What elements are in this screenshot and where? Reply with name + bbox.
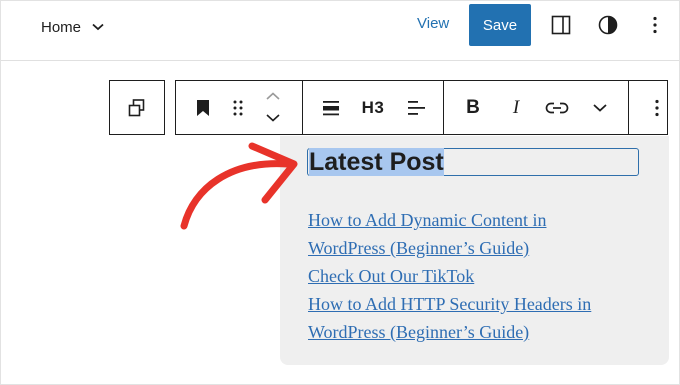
link-icon[interactable] <box>544 94 570 122</box>
move-down-icon[interactable] <box>260 110 286 126</box>
save-button[interactable]: Save <box>469 4 531 46</box>
sidebar-toggle-icon[interactable] <box>549 13 573 37</box>
toolbar-divider <box>443 80 444 135</box>
heading-block[interactable]: Latest Post <box>309 148 444 176</box>
align-left-icon[interactable] <box>403 94 429 122</box>
toolbar-divider <box>628 80 629 135</box>
home-dropdown[interactable]: Home <box>41 15 105 39</box>
post-link[interactable]: How to Add HTTP Security Headers in <box>308 290 658 318</box>
chevron-down-icon[interactable] <box>587 94 613 122</box>
annotation-arrow-icon <box>180 142 298 230</box>
bold-icon[interactable]: B <box>460 94 486 122</box>
block-options-icon[interactable] <box>644 94 670 122</box>
post-link[interactable]: WordPress (Beginner’s Guide) <box>308 234 658 262</box>
duplicate-block-icon[interactable] <box>124 94 150 122</box>
post-list: How to Add Dynamic Content in WordPress … <box>308 206 658 346</box>
text-align-icon[interactable] <box>318 94 344 122</box>
heading-level-button[interactable]: H3 <box>357 94 389 122</box>
editor-header: Home <box>1 1 679 61</box>
move-up-icon[interactable] <box>260 88 286 104</box>
home-label: Home <box>41 18 82 36</box>
bookmark-icon[interactable] <box>190 94 216 122</box>
post-link[interactable]: How to Add Dynamic Content in <box>308 206 658 234</box>
styles-contrast-icon[interactable] <box>596 13 620 37</box>
italic-icon[interactable]: I <box>503 94 529 122</box>
drag-handle-icon[interactable] <box>225 94 251 122</box>
post-link[interactable]: Check Out Our TikTok <box>308 262 658 290</box>
post-link[interactable]: WordPress (Beginner’s Guide) <box>308 318 658 346</box>
toolbar-divider <box>302 80 303 135</box>
page-title[interactable]: Latest Post <box>309 148 444 176</box>
chevron-down-icon <box>91 22 105 32</box>
view-link[interactable]: View <box>417 15 449 32</box>
more-options-icon[interactable] <box>643 13 667 37</box>
